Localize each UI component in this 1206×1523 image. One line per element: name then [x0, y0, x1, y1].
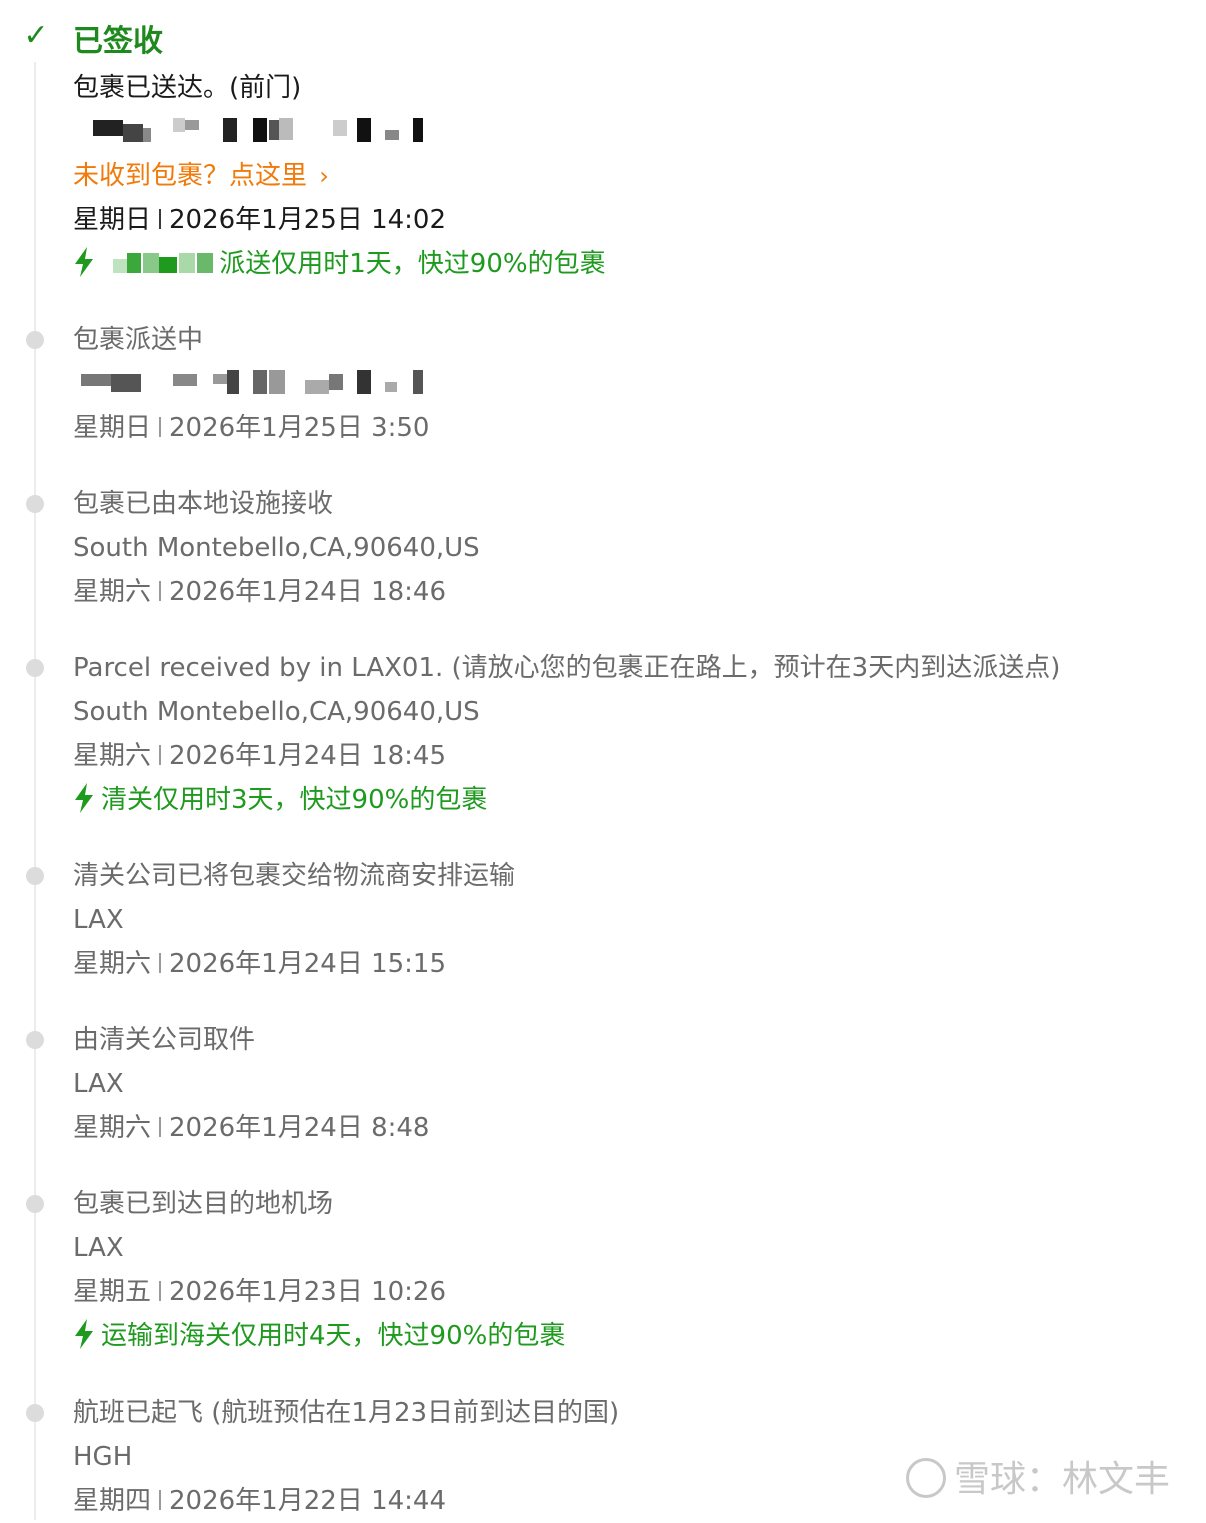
event-weekday: 星期六 — [73, 949, 152, 979]
timeline-dot — [26, 1031, 44, 1049]
event-location: LAX — [73, 905, 124, 935]
event-datetime: 2026年1月23日 10:26 — [169, 1277, 447, 1307]
event-location: South Montebello,CA,90640,US — [73, 533, 480, 563]
timeline-dot — [26, 1404, 44, 1422]
event-weekday: 星期六 — [73, 1113, 152, 1143]
separator — [159, 208, 162, 229]
event-timestamp: 星期五 2026年1月23日 10:26 — [73, 1270, 446, 1314]
separator — [159, 744, 162, 765]
watermark-text: 雪球：林文丰 — [953, 1459, 1170, 1500]
event-status: 包裹已由本地设施接收 — [73, 489, 334, 519]
event-weekday: 星期四 — [73, 1486, 152, 1516]
event-weekday: 星期六 — [73, 741, 152, 771]
separator — [159, 1116, 162, 1137]
separator — [159, 580, 162, 601]
event-datetime: 2026年1月24日 8:48 — [169, 1113, 430, 1143]
separator — [159, 1280, 162, 1301]
event-detail: 包裹已送达。(前门) — [73, 73, 302, 103]
event-status: 由清关公司取件 — [73, 1025, 256, 1055]
timeline-line — [34, 62, 36, 1520]
speed-note-text: 运输到海关仅用时4天，快过90%的包裹 — [101, 1321, 566, 1351]
timeline-dot — [26, 331, 44, 349]
redacted-pixel-block — [93, 117, 423, 142]
event-status: 包裹派送中 — [73, 325, 204, 355]
separator — [159, 1489, 162, 1510]
missing-parcel-link[interactable]: 未收到包裹？点这里 › — [73, 154, 329, 198]
bolt-icon — [75, 1318, 93, 1349]
timeline-dot — [26, 495, 44, 513]
event-weekday: 星期六 — [73, 577, 152, 607]
event-location: LAX — [73, 1233, 124, 1263]
event-timestamp: 星期六 2026年1月24日 18:45 — [73, 734, 446, 778]
event-weekday: 星期日 — [73, 413, 152, 443]
check-icon: ✓ — [23, 18, 49, 53]
event-datetime: 2026年1月24日 18:46 — [169, 577, 447, 607]
event-status: 已签收 — [73, 24, 163, 59]
event-location: HGH — [73, 1442, 133, 1472]
event-weekday: 星期五 — [73, 1277, 152, 1307]
event-status: Parcel received by in LAX01. (请放心您的包裹正在路… — [73, 653, 1061, 683]
event-timestamp: 星期六 2026年1月24日 8:48 — [73, 1106, 429, 1150]
bolt-icon — [75, 782, 93, 813]
event-datetime: 2026年1月24日 15:15 — [169, 949, 447, 979]
speed-note: 清关仅用时3天，快过90%的包裹 — [73, 778, 487, 822]
separator — [159, 952, 162, 973]
timeline-dot — [26, 659, 44, 677]
separator — [159, 416, 162, 437]
event-timestamp: 星期日 2026年1月25日 3:50 — [73, 406, 429, 450]
event-timestamp: 星期六 2026年1月24日 18:46 — [73, 570, 446, 614]
event-datetime: 2026年1月25日 14:02 — [169, 205, 447, 235]
timeline-dot — [26, 867, 44, 885]
xueqiu-logo-icon — [905, 1458, 946, 1498]
event-location: South Montebello,CA,90640,US — [73, 697, 480, 727]
redacted-pixel-block — [113, 252, 214, 273]
speed-note-text: 派送仅用时1天，快过90%的包裹 — [219, 249, 606, 279]
event-status: 包裹已到达目的地机场 — [73, 1189, 334, 1219]
redacted-pixel-block — [81, 369, 423, 394]
event-timestamp: 星期日 2026年1月25日 14:02 — [73, 198, 446, 242]
event-timestamp: 星期六 2026年1月24日 15:15 — [73, 942, 446, 986]
speed-note-text: 清关仅用时3天，快过90%的包裹 — [101, 785, 488, 815]
speed-note: 运输到海关仅用时4天，快过90%的包裹 — [73, 1314, 565, 1358]
bolt-icon — [75, 246, 93, 277]
speed-note: 派送仅用时1天，快过90%的包裹 — [73, 242, 606, 286]
chevron-right-icon: › — [319, 162, 329, 190]
event-location: LAX — [73, 1069, 124, 1099]
event-datetime: 2026年1月24日 18:45 — [169, 741, 447, 771]
redacted-address — [73, 110, 433, 154]
timeline-dot — [26, 1195, 44, 1213]
event-datetime: 2026年1月22日 14:44 — [169, 1486, 447, 1516]
watermark: 雪球：林文丰 — [905, 1458, 1170, 1502]
event-status: 航班已起飞 (航班预估在1月23日前到达目的国) — [73, 1398, 620, 1428]
event-status: 清关公司已将包裹交给物流商安排运输 — [73, 861, 516, 891]
event-datetime: 2026年1月25日 3:50 — [169, 413, 430, 443]
missing-parcel-link-label: 未收到包裹？点这里 — [73, 161, 308, 191]
redacted-address — [73, 362, 433, 406]
event-weekday: 星期日 — [73, 205, 152, 235]
event-timestamp: 星期四 2026年1月22日 14:44 — [73, 1479, 446, 1523]
